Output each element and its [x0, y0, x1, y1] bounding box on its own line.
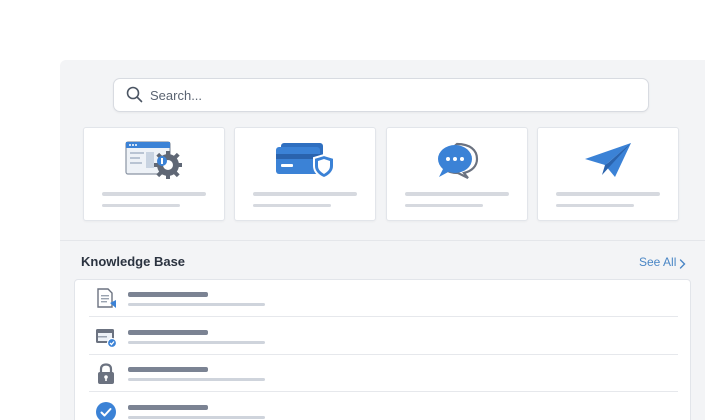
item-title-placeholder [128, 367, 208, 372]
card-title-placeholder [253, 192, 357, 196]
lock-icon [98, 363, 114, 384]
card-subtitle-placeholder [556, 204, 634, 207]
paper-plane-icon [585, 143, 631, 177]
credit-card-shield-icon [276, 143, 335, 180]
chevron-right-icon[interactable] [679, 259, 686, 269]
card-subtitle-placeholder [405, 204, 483, 207]
category-card-contact[interactable] [537, 127, 679, 221]
list-item[interactable] [75, 318, 690, 355]
see-all-link[interactable]: See All [639, 255, 676, 269]
knowledge-base-list [74, 279, 691, 420]
category-card-billing[interactable] [234, 127, 376, 221]
item-title-placeholder [128, 405, 208, 410]
category-card-settings[interactable] [83, 127, 225, 221]
search-input[interactable] [150, 84, 630, 106]
item-title-placeholder [128, 292, 208, 297]
section-divider [60, 240, 705, 241]
help-center-panel: Knowledge Base See All [60, 60, 705, 420]
item-title-placeholder [128, 330, 208, 335]
card-subtitle-placeholder [102, 204, 180, 207]
search-icon [126, 86, 143, 103]
item-subtitle-placeholder [128, 378, 265, 381]
list-item[interactable] [75, 355, 690, 392]
card-title-placeholder [556, 192, 660, 196]
item-subtitle-placeholder [128, 341, 265, 344]
checkmark-circle-icon [96, 402, 116, 420]
list-item[interactable] [75, 393, 690, 420]
row-divider [89, 391, 678, 392]
chat-bubbles-icon [438, 142, 479, 179]
window-check-icon [96, 329, 117, 348]
row-divider [89, 316, 678, 317]
browser-settings-icon [125, 141, 182, 179]
search-bar[interactable] [113, 78, 649, 112]
document-video-icon [97, 288, 116, 308]
section-title: Knowledge Base [81, 254, 186, 269]
list-item[interactable] [75, 280, 690, 317]
category-card-chat[interactable] [386, 127, 528, 221]
item-subtitle-placeholder [128, 303, 265, 306]
card-title-placeholder [405, 192, 509, 196]
card-subtitle-placeholder [253, 204, 331, 207]
card-title-placeholder [102, 192, 206, 196]
item-subtitle-placeholder [128, 416, 265, 419]
